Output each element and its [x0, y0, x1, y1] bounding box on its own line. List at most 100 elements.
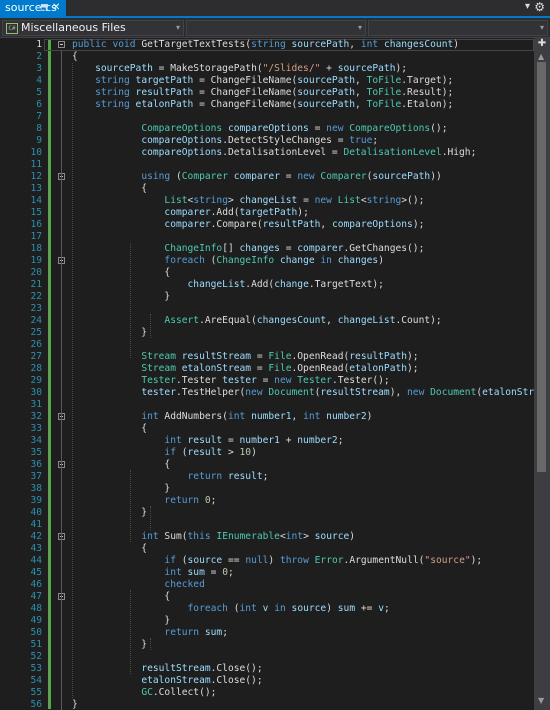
- code-line[interactable]: 34 int result = number1 + number2;: [0, 435, 534, 447]
- code-line[interactable]: 54 etalonStream.Close();: [0, 675, 534, 687]
- gear-icon[interactable]: ⚙: [534, 0, 545, 14]
- code-line[interactable]: 13 {: [0, 183, 534, 195]
- code-line[interactable]: 36 {: [0, 459, 534, 471]
- code-line[interactable]: 41: [0, 519, 534, 531]
- tab-source-cs[interactable]: source.cs ⬒ ✕: [0, 0, 66, 16]
- code-line[interactable]: 14 List<string> changeList = new List<st…: [0, 195, 534, 207]
- code-line[interactable]: 39 return 0;: [0, 495, 534, 507]
- close-icon[interactable]: ✕: [52, 0, 60, 16]
- code-text: resultStream.Close();: [141, 663, 263, 674]
- code-line[interactable]: 26: [0, 339, 534, 351]
- split-window-icon[interactable]: ✚: [537, 38, 547, 50]
- code-line[interactable]: 19 foreach (ChangeInfo change in changes…: [0, 255, 534, 267]
- type-dropdown[interactable]: ▾: [186, 20, 366, 36]
- line-number: 51: [30, 639, 42, 650]
- code-line[interactable]: 31: [0, 399, 534, 411]
- code-text: }: [72, 327, 148, 338]
- member-dropdown[interactable]: ▾: [368, 20, 548, 36]
- line-number: 10: [30, 147, 42, 158]
- scroll-up-icon[interactable]: ▲: [538, 52, 544, 61]
- code-line[interactable]: 1 public void GetTargetTextTests(string s…: [0, 39, 534, 51]
- line-number: 49: [30, 615, 42, 626]
- scrollbar-thumb[interactable]: [537, 62, 546, 472]
- code-line[interactable]: 23: [0, 303, 534, 315]
- code-line[interactable]: 5 string resultPath = ChangeFileName(sou…: [0, 87, 534, 99]
- code-line[interactable]: 24 Assert.AreEqual(changesCount, changeL…: [0, 315, 534, 327]
- code-line[interactable]: 30 tester.TestHelper(new Document(result…: [0, 387, 534, 399]
- vertical-scrollbar[interactable]: ✚ ▲ ▼: [534, 38, 550, 710]
- code-line[interactable]: 50 return sum;: [0, 627, 534, 639]
- code-line[interactable]: 43 {: [0, 543, 534, 555]
- line-number: 27: [30, 351, 42, 362]
- code-line[interactable]: 7: [0, 111, 534, 123]
- code-text: using (Comparer comparer = new Comparer(…: [141, 171, 442, 182]
- code-line[interactable]: 6 string etalonPath = ChangeFileName(sou…: [0, 99, 534, 111]
- code-editor[interactable]: 1 public void GetTargetTextTests(string s…: [0, 38, 534, 710]
- code-line[interactable]: 47 {: [0, 591, 534, 603]
- code-line[interactable]: 33 {: [0, 423, 534, 435]
- code-text: {: [72, 183, 148, 194]
- pin-icon[interactable]: ⬒: [40, 0, 49, 16]
- code-line[interactable]: 45 int sum = 0;: [0, 567, 534, 579]
- collapse-region-icon[interactable]: [58, 41, 65, 48]
- code-line[interactable]: 15 comparer.Add(targetPath);: [0, 207, 534, 219]
- code-line[interactable]: 44 if (source == null) throw Error.Argum…: [0, 555, 534, 567]
- code-line[interactable]: 48 foreach (int v in source) sum += v;: [0, 603, 534, 615]
- code-line[interactable]: 12 using (Comparer comparer = new Compar…: [0, 171, 534, 183]
- navigation-bar: C# Miscellaneous Files ▾ ▾ ▾: [0, 18, 550, 38]
- code-line[interactable]: 18 ChangeInfo[] changes = comparer.GetCh…: [0, 243, 534, 255]
- line-number: 15: [30, 207, 42, 218]
- code-line[interactable]: 56}: [0, 699, 534, 710]
- line-number: 29: [30, 375, 42, 386]
- code-text: tester.TestHelper(new Document(resultStr…: [141, 387, 534, 398]
- code-text: int Sum(this IEnumerable<int> source): [141, 531, 356, 542]
- code-line[interactable]: 52: [0, 651, 534, 663]
- code-line[interactable]: 28 Stream etalonStream = File.OpenRead(e…: [0, 363, 534, 375]
- line-number: 44: [30, 555, 42, 566]
- scroll-down-icon[interactable]: ▼: [538, 696, 544, 705]
- code-line[interactable]: 53 resultStream.Close();: [0, 663, 534, 675]
- code-line[interactable]: 27 Stream resultStream = File.OpenRead(r…: [0, 351, 534, 363]
- code-line[interactable]: 17: [0, 231, 534, 243]
- code-line[interactable]: 10 compareOptions.DetalisationLevel = De…: [0, 147, 534, 159]
- code-line[interactable]: 42 int Sum(this IEnumerable<int> source): [0, 531, 534, 543]
- code-text: sourcePath = MakeStoragePath("/Slides/" …: [95, 63, 408, 74]
- code-line[interactable]: 38 }: [0, 483, 534, 495]
- code-line[interactable]: 46 checked: [0, 579, 534, 591]
- code-line[interactable]: 55 GC.Collect();: [0, 687, 534, 699]
- code-text: }: [72, 639, 148, 650]
- code-line[interactable]: 51 }: [0, 639, 534, 651]
- code-line[interactable]: 16 comparer.Compare(resultPath, compareO…: [0, 219, 534, 231]
- line-number: 24: [30, 315, 42, 326]
- line-number: 43: [30, 543, 42, 554]
- code-text: }: [72, 615, 171, 626]
- code-line[interactable]: 21 changeList.Add(change.TargetText);: [0, 279, 534, 291]
- code-line[interactable]: 11: [0, 159, 534, 171]
- code-line[interactable]: 25 }: [0, 327, 534, 339]
- line-number: 5: [36, 87, 42, 98]
- code-line[interactable]: 40 }: [0, 507, 534, 519]
- code-line[interactable]: 9 compareOptions.DetectStyleChanges = tr…: [0, 135, 534, 147]
- code-line[interactable]: 32 int AddNumbers(int number1, int numbe…: [0, 411, 534, 423]
- chevron-down-icon[interactable]: ▾: [525, 1, 530, 12]
- code-text: comparer.Compare(resultPath, compareOpti…: [164, 219, 425, 230]
- code-line[interactable]: 20 {: [0, 267, 534, 279]
- line-number: 31: [30, 399, 42, 410]
- code-line[interactable]: 2{: [0, 51, 534, 63]
- code-line[interactable]: 3 sourcePath = MakeStoragePath("/Slides/…: [0, 63, 534, 75]
- line-number: 42: [30, 531, 42, 542]
- code-line[interactable]: 49 }: [0, 615, 534, 627]
- code-line[interactable]: 35 if (result > 10): [0, 447, 534, 459]
- project-dropdown[interactable]: C# Miscellaneous Files ▾: [2, 20, 184, 36]
- line-number: 22: [30, 291, 42, 302]
- code-line[interactable]: 4 string targetPath = ChangeFileName(sou…: [0, 75, 534, 87]
- line-number: 17: [30, 231, 42, 242]
- code-line[interactable]: 29 Tester.Tester tester = new Tester.Tes…: [0, 375, 534, 387]
- code-line[interactable]: 22 }: [0, 291, 534, 303]
- line-number: 32: [30, 411, 42, 422]
- line-number: 38: [30, 483, 42, 494]
- line-number: 19: [30, 255, 42, 266]
- code-line[interactable]: 8 CompareOptions compareOptions = new Co…: [0, 123, 534, 135]
- code-line[interactable]: 37 return result;: [0, 471, 534, 483]
- line-number: 6: [36, 99, 42, 110]
